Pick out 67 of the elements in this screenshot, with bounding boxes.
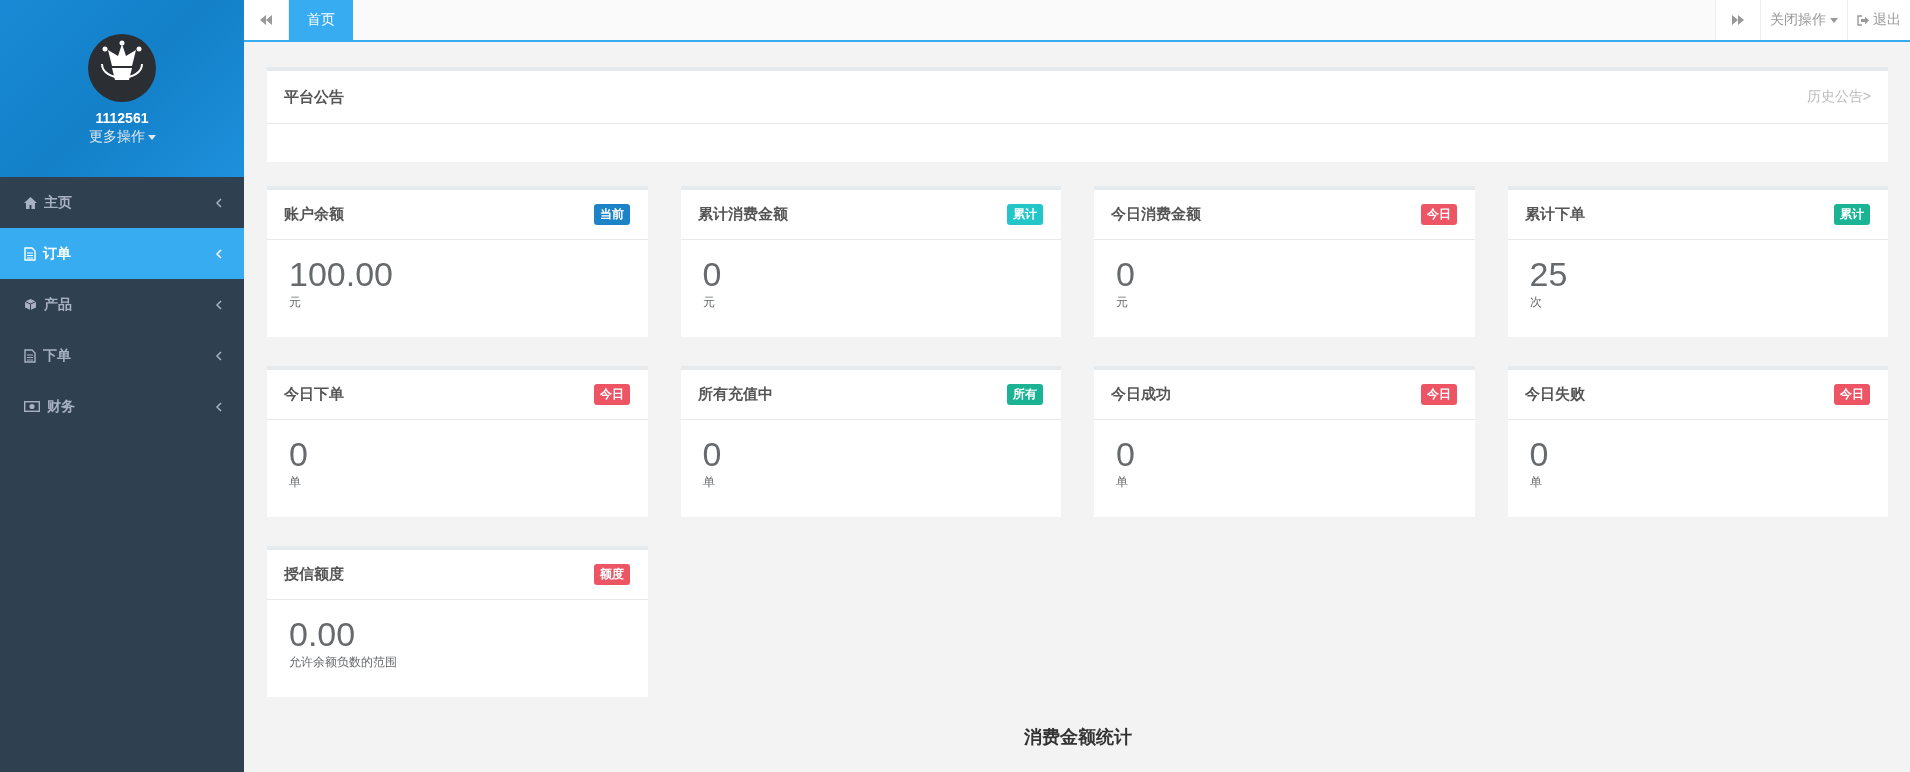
card-value: 0 xyxy=(702,254,723,294)
card-unit: 元 xyxy=(1116,294,1129,311)
card-title: 所有充值中 xyxy=(697,385,773,404)
card-value: 25 xyxy=(1529,254,1569,294)
card-label: 当前 xyxy=(593,204,630,225)
card-value: 0.00 xyxy=(289,614,357,654)
double-left-arrow-icon xyxy=(260,15,272,25)
chevron-left-icon xyxy=(215,248,222,259)
caret-down-icon xyxy=(1830,17,1838,23)
card-title: 授信额度 xyxy=(284,565,344,584)
card-unit: 允许余额负数的范围 xyxy=(289,654,398,671)
sidebar-item[interactable]: 下单 xyxy=(0,330,244,381)
chevron-left-icon xyxy=(215,401,222,412)
card-title: 今日失败 xyxy=(1524,385,1585,404)
card-title: 今日消费金额 xyxy=(1111,205,1201,224)
scroll-right-button[interactable] xyxy=(1715,0,1760,40)
section-title: 消费金额统计 xyxy=(1023,726,1132,749)
page-tab[interactable]: 首页 xyxy=(289,0,353,40)
home-icon xyxy=(24,196,37,209)
card-unit: 单 xyxy=(289,474,302,491)
cube-icon xyxy=(24,298,37,311)
chevron-left-icon xyxy=(215,350,222,361)
card-label: 今日 xyxy=(1834,384,1870,405)
avatar-logo-icon xyxy=(88,34,156,102)
chevron-left-icon xyxy=(215,197,222,208)
sidebar-item[interactable]: 主页 xyxy=(0,177,244,228)
user-id: 1112561 xyxy=(95,110,149,126)
card-title: 累计消费金额 xyxy=(697,205,788,224)
sidebar-item[interactable]: 产品 xyxy=(0,279,244,330)
money-icon xyxy=(24,401,40,412)
card-label: 今日 xyxy=(1420,384,1457,405)
card-label: 额度 xyxy=(593,564,630,585)
card-unit: 元 xyxy=(702,294,716,311)
card-label: 所有 xyxy=(1007,384,1043,405)
card-unit: 元 xyxy=(289,294,302,311)
history-notice-link[interactable]: 历史公告> xyxy=(1806,88,1871,106)
sign-out-icon xyxy=(1857,14,1869,26)
card-value: 0 xyxy=(289,434,309,474)
card-label: 累计 xyxy=(1834,204,1870,225)
panel-title: 平台公告 xyxy=(284,87,344,107)
document-icon xyxy=(24,348,36,363)
card-label: 累计 xyxy=(1007,204,1043,225)
card-value: 0 xyxy=(1116,254,1136,294)
card-unit: 单 xyxy=(1116,474,1129,491)
card-value: 0 xyxy=(1529,434,1550,474)
card-unit: 单 xyxy=(702,474,716,491)
sidebar-item[interactable]: 财务 xyxy=(0,381,244,432)
card-title: 今日下单 xyxy=(284,385,344,404)
card-value: 0 xyxy=(702,434,723,474)
caret-down-icon xyxy=(147,134,156,140)
card-label: 今日 xyxy=(593,384,630,405)
double-right-arrow-icon xyxy=(1732,15,1744,25)
card-title: 账户余额 xyxy=(284,205,344,224)
card-unit: 次 xyxy=(1529,294,1543,311)
chevron-left-icon xyxy=(215,299,222,310)
card-title: 今日成功 xyxy=(1111,385,1171,404)
scroll-left-button[interactable] xyxy=(244,0,289,40)
more-actions-dropdown[interactable]: 更多操作 xyxy=(88,128,156,146)
close-actions-dropdown[interactable]: 关闭操作 xyxy=(1760,0,1847,40)
card-value: 0 xyxy=(1116,434,1136,474)
logout-button[interactable]: 退出 xyxy=(1847,0,1910,40)
card-value: 100.00 xyxy=(289,254,394,294)
card-unit: 单 xyxy=(1529,474,1543,491)
card-label: 今日 xyxy=(1420,204,1457,225)
document-icon xyxy=(24,246,36,261)
sidebar-item[interactable]: 订单 xyxy=(0,228,244,279)
card-title: 累计下单 xyxy=(1524,205,1585,224)
